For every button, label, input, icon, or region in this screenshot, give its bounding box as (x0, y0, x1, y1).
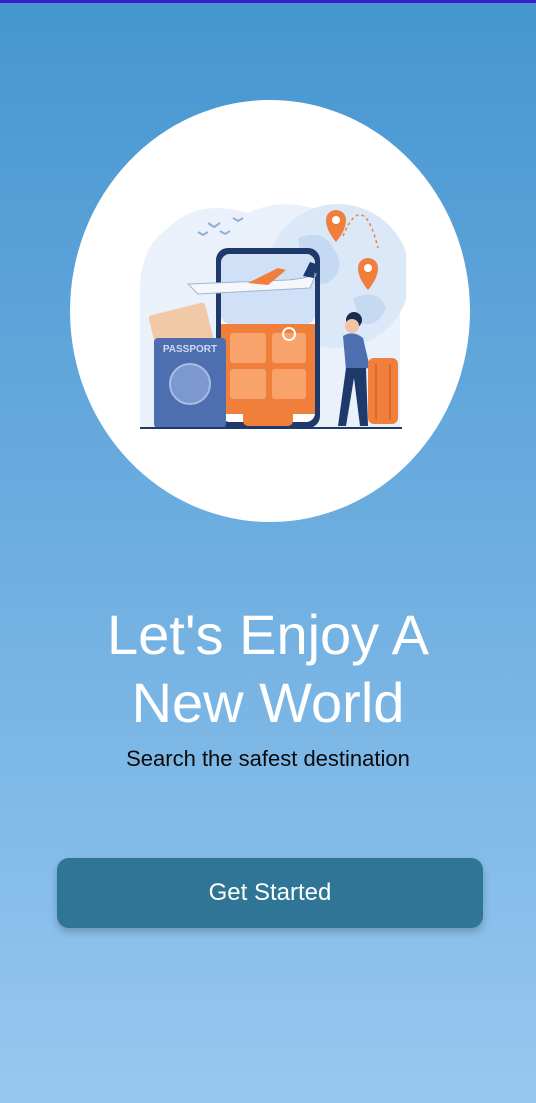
page-title: Let's Enjoy A New World (0, 601, 536, 737)
hero-illustration-circle: PASSPORT (70, 100, 470, 522)
get-started-button[interactable]: Get Started (57, 858, 483, 928)
status-bar-strip (0, 0, 536, 3)
title-line-2: New World (131, 670, 405, 734)
travel-illustration-icon: PASSPORT (139, 204, 406, 429)
subtitle-text: Search the safest destination (126, 746, 410, 771)
passport-label: PASSPORT (163, 344, 217, 355)
title-line-1: Let's Enjoy A (107, 602, 429, 666)
